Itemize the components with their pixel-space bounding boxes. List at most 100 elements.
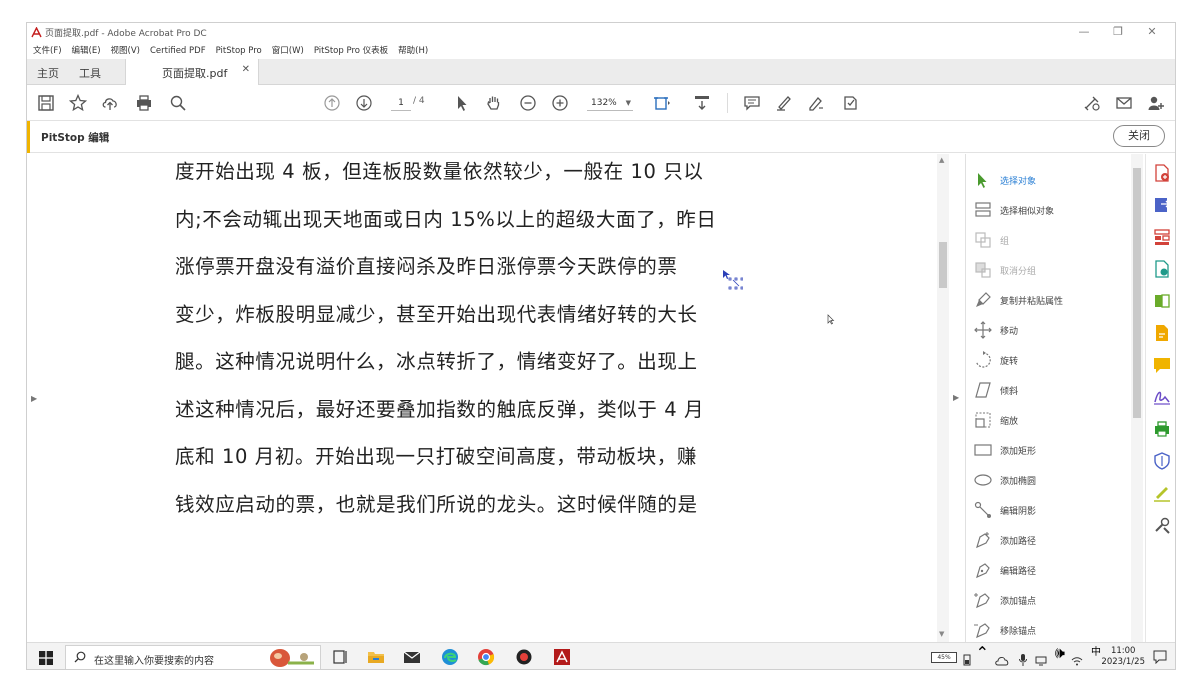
organize-pages-icon[interactable] <box>1153 228 1171 246</box>
menu-help[interactable]: 帮助(H) <box>398 43 428 59</box>
tool-copy-paste-attributes[interactable]: 复制并粘贴属性 <box>974 286 1134 316</box>
signature-icon[interactable] <box>1153 388 1171 406</box>
battery-indicator[interactable]: 45% <box>931 652 957 663</box>
fill-sign-icon[interactable] <box>1153 324 1171 342</box>
next-page-icon[interactable] <box>355 94 373 112</box>
scroll-down-arrow-icon[interactable]: ▼ <box>939 630 944 638</box>
menu-window[interactable]: 窗口(W) <box>272 43 304 59</box>
page-number-input[interactable]: 1 <box>391 95 411 111</box>
select-arrow-icon[interactable] <box>453 94 471 112</box>
add-user-icon[interactable] <box>1147 94 1165 112</box>
tool-edit-shading[interactable]: 编辑阴影 <box>974 496 1134 526</box>
save-icon[interactable] <box>37 94 55 112</box>
zoom-out-icon[interactable] <box>519 94 537 112</box>
wifi-icon[interactable] <box>1071 651 1083 669</box>
tool-label: 添加椭圆 <box>1000 477 1037 487</box>
share-link-icon[interactable] <box>1083 94 1101 112</box>
print-icon[interactable] <box>135 94 153 112</box>
tool-move[interactable]: 移动 <box>974 316 1134 346</box>
taskbar-clock[interactable]: 11:00 2023/1/25 <box>1101 646 1145 668</box>
minimize-button[interactable]: — <box>1067 25 1101 38</box>
comment-icon[interactable] <box>743 94 761 112</box>
file-explorer-icon[interactable] <box>367 648 385 666</box>
menu-edit[interactable]: 编辑(E) <box>72 43 101 59</box>
certificate-icon[interactable] <box>841 94 859 112</box>
tool-select-similar[interactable]: 选择相似对象 <box>974 196 1134 226</box>
hand-tool-icon[interactable] <box>485 94 503 112</box>
task-view-icon[interactable] <box>331 648 349 666</box>
rectangle-icon <box>974 441 994 459</box>
scrollbar-thumb[interactable] <box>1133 168 1141 418</box>
sign-pen-icon[interactable] <box>807 94 825 112</box>
pencil-edit-icon[interactable] <box>1153 484 1171 502</box>
record-app-icon[interactable] <box>515 648 533 666</box>
tool-add-rectangle[interactable]: 添加矩形 <box>974 436 1134 466</box>
document-scrollbar[interactable]: ▲ ▼ <box>937 154 949 642</box>
restore-button[interactable]: ❐ <box>1101 25 1135 38</box>
tool-skew[interactable]: 倾斜 <box>974 376 1134 406</box>
right-panel-toggle[interactable]: ▶ <box>953 393 959 402</box>
microphone-icon[interactable] <box>1019 651 1027 669</box>
tool-add-path[interactable]: 添加路径 <box>974 526 1134 556</box>
tool-group[interactable]: 组 <box>974 226 1134 256</box>
tool-ungroup[interactable]: 取消分组 <box>974 256 1134 286</box>
menu-certified-pdf[interactable]: Certified PDF <box>150 43 206 59</box>
volume-icon[interactable]: 🕪 <box>1055 643 1065 669</box>
scrollbar-thumb[interactable] <box>939 242 947 288</box>
chrome-browser-icon[interactable] <box>477 648 495 666</box>
tab-document[interactable]: 页面提取.pdf ✕ <box>125 59 259 85</box>
menu-view[interactable]: 视图(V) <box>111 43 140 59</box>
acrobat-app-icon <box>31 26 42 38</box>
chevron-up-icon[interactable]: ⌃ <box>976 643 989 669</box>
tool-remove-anchor[interactable]: 移除锚点 <box>974 616 1134 642</box>
windows-start-icon[interactable] <box>39 650 53 665</box>
star-icon[interactable] <box>68 93 88 112</box>
network-icon[interactable] <box>1035 651 1047 669</box>
close-tab-button[interactable]: ✕ <box>242 64 250 75</box>
tab-tools[interactable]: 工具 <box>79 65 101 81</box>
mail-app-icon[interactable] <box>403 648 421 666</box>
combine-files-icon[interactable] <box>1153 292 1171 310</box>
tools-panel-scrollbar[interactable] <box>1131 154 1143 642</box>
upload-cloud-icon[interactable] <box>101 94 119 112</box>
close-window-button[interactable]: ✕ <box>1135 25 1169 38</box>
menu-pitstop-pro[interactable]: PitStop Pro <box>216 43 262 59</box>
ime-indicator[interactable]: 中 <box>1091 643 1101 669</box>
ungroup-icon <box>974 261 994 279</box>
print-production-icon[interactable] <box>1153 420 1171 438</box>
onedrive-cloud-icon[interactable] <box>995 651 1009 669</box>
export-pdf-icon[interactable] <box>1153 196 1171 214</box>
search-zoom-icon[interactable] <box>169 94 187 112</box>
mail-icon[interactable] <box>1115 94 1133 112</box>
tool-edit-path[interactable]: 编辑路径 <box>974 556 1134 586</box>
comment-tool-icon[interactable] <box>1153 356 1171 374</box>
more-tools-icon[interactable] <box>1153 516 1171 534</box>
menu-file[interactable]: 文件(F) <box>33 43 62 59</box>
tool-add-ellipse[interactable]: 添加椭圆 <box>974 466 1134 496</box>
notification-icon[interactable] <box>1153 649 1167 669</box>
edge-browser-icon[interactable] <box>441 648 459 666</box>
edit-pdf-icon[interactable] <box>1153 260 1171 278</box>
create-pdf-icon[interactable] <box>1153 164 1171 182</box>
scroll-up-arrow-icon[interactable]: ▲ <box>939 156 944 164</box>
rotate-icon <box>974 351 994 369</box>
tool-add-anchor[interactable]: 添加锚点 <box>974 586 1134 616</box>
previous-page-icon[interactable] <box>323 94 341 112</box>
tool-rotate[interactable]: 旋转 <box>974 346 1134 376</box>
tool-select-object[interactable]: 选择对象 <box>974 166 1134 196</box>
menu-pitstop-dashboard[interactable]: PitStop Pro 仪表板 <box>314 43 388 59</box>
tab-home[interactable]: 主页 <box>37 65 59 81</box>
protect-shield-icon[interactable] <box>1153 452 1171 470</box>
tool-scale[interactable]: 缩放 <box>974 406 1134 436</box>
document-viewport[interactable]: ▶ 度开始出现 4 板，但连板股数量依然较少，一般在 10 只以 内;不会动辄出… <box>27 154 949 642</box>
scroll-mode-icon[interactable] <box>693 94 711 112</box>
highlight-pen-icon[interactable] <box>775 94 793 112</box>
acrobat-taskbar-icon[interactable] <box>553 648 571 666</box>
close-pitstop-button[interactable]: 关闭 <box>1113 125 1165 147</box>
taskbar-search-box[interactable]: 在这里输入你要搜索的内容 <box>65 645 321 669</box>
zoom-in-icon[interactable] <box>551 94 569 112</box>
fit-page-icon[interactable] <box>653 94 671 112</box>
zoom-level-select[interactable]: 132% ▼ <box>587 95 633 111</box>
left-panel-toggle[interactable]: ▶ <box>31 394 37 403</box>
brush-icon <box>974 291 994 309</box>
